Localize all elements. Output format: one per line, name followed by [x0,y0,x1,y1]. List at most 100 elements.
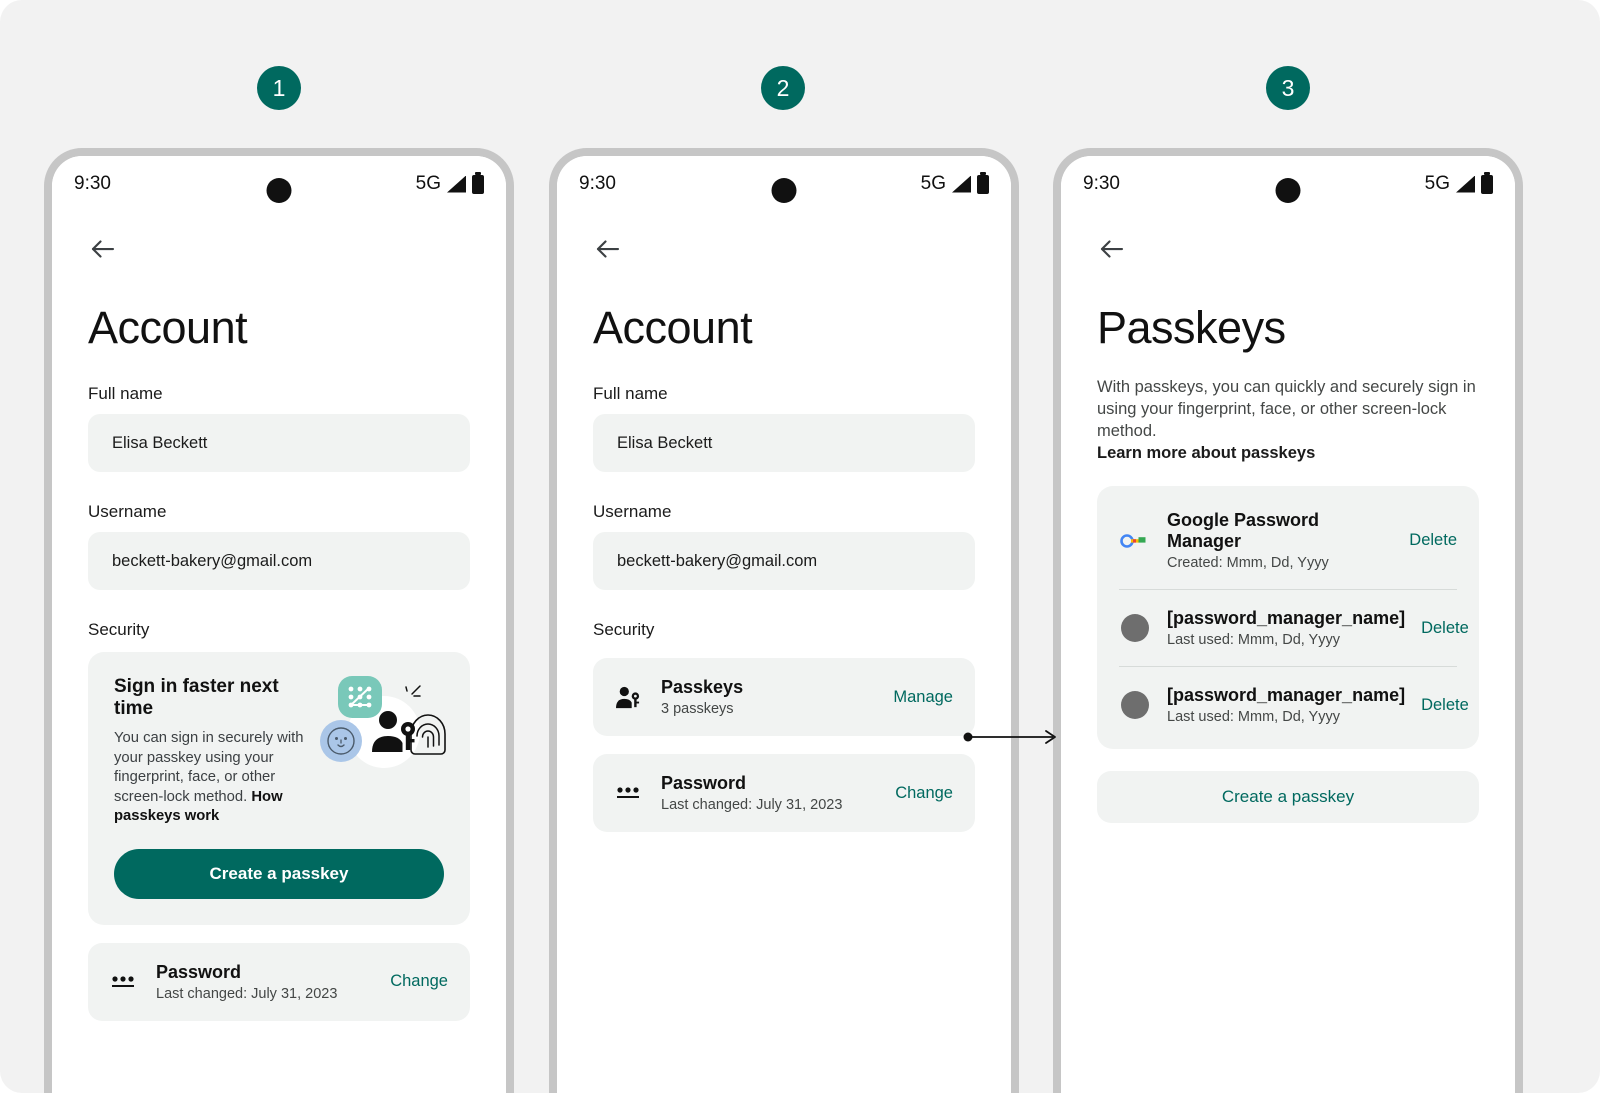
password-dots-glyph [617,787,639,798]
step-badge-3: 3 [1266,66,1310,110]
password-setting-row[interactable]: Password Last changed: July 31, 2023 Cha… [88,942,470,1021]
back-arrow-icon[interactable] [88,234,118,264]
list-item-text: [password_manager_name] Last used: Mmm, … [1167,608,1405,648]
passkey-meta: Created: Mmm, Dd, Yyyy [1167,555,1329,571]
step-badge-2: 2 [761,66,805,110]
password-row-subtitle: Last changed: July 31, 2023 [156,985,338,1002]
page-title: Account [88,302,248,353]
full-name-label: Full name [593,384,668,403]
passkeys-list-card: Google Password Manager Created: Mmm, Dd… [1097,486,1479,749]
passkey-illustration [314,676,446,768]
security-section-label: Security [593,620,655,639]
passkey-meta: Last used: Mmm, Dd, Yyyy [1167,709,1340,725]
passkeys-row-text: Passkeys 3 passkeys [661,677,875,717]
password-change-link[interactable]: Change [895,784,953,803]
status-icons: 5G [415,171,484,195]
passkeys-description-text: With passkeys, you can quickly and secur… [1097,378,1476,440]
status-bar-2: 9:30 5G [557,156,1011,212]
username-label: Username [88,502,167,521]
learn-more-link[interactable]: Learn more about passkeys [1097,442,1479,464]
generic-avatar-icon [1119,614,1151,642]
status-bar-3: 9:30 5G [1061,156,1515,212]
password-row-subtitle: Last changed: July 31, 2023 [661,797,843,813]
back-arrow-icon[interactable] [593,234,623,264]
fingerprint-icon [410,714,446,755]
list-item[interactable]: [password_manager_name] Last used: Mmm, … [1097,667,1479,743]
status-bar-1: 9:30 5G [52,156,506,212]
username-input[interactable]: beckett-bakery@gmail.com [88,532,470,590]
network-label: 5G [1424,173,1450,194]
promo-top-row: Sign in faster next time You can sign in… [114,676,446,827]
passkeys-setting-row[interactable]: Passkeys 3 passkeys Manage [593,658,975,736]
promo-title: Sign in faster next time [114,676,279,719]
password-row-text: Password Last changed: July 31, 2023 [661,773,877,813]
person-key-icon [613,685,643,709]
front-camera-punch-hole [266,178,292,203]
front-camera-punch-hole [1275,178,1301,203]
username-value: beckett-bakery@gmail.com [112,551,313,570]
phone-mockup-2: 9:30 5G Account Full name Elisa Beckett … [549,148,1019,1093]
passkey-meta: Last used: Mmm, Dd, Yyyy [1167,632,1340,648]
passkey-name: Google Password Manager [1167,510,1320,551]
step-badge-2-label: 2 [776,74,790,101]
status-icons: 5G [920,171,989,195]
passkeys-description: With passkeys, you can quickly and secur… [1097,376,1479,464]
passkey-name: [password_manager_name] [1167,685,1406,705]
network-label: 5G [920,173,946,194]
password-dots-icon [613,783,643,803]
full-name-input[interactable]: Elisa Beckett [88,414,470,472]
promo-text: Sign in faster next time You can sign in… [114,676,312,827]
create-passkey-button[interactable]: Create a passkey [114,848,444,899]
flow-arrow-icon [963,730,1056,744]
password-dots-icon [108,972,138,992]
password-row-title: Password [156,961,242,982]
step-badge-1-label: 1 [272,74,286,101]
back-arrow-icon[interactable] [1097,234,1127,264]
signal-bars-icon [447,175,466,193]
signal-bars-icon [1456,175,1475,193]
phone-2-screen: 9:30 5G Account Full name Elisa Beckett … [557,156,1011,1093]
username-value: beckett-bakery@gmail.com [617,551,818,570]
avatar [1121,691,1149,719]
delete-passkey-link[interactable]: Delete [1421,619,1469,638]
network-label: 5G [415,173,441,194]
status-clock: 9:30 [579,173,616,194]
password-row-title: Password [661,773,747,793]
list-item[interactable]: [password_manager_name] Last used: Mmm, … [1097,590,1479,666]
battery-full-icon [472,171,484,194]
avatar [1121,614,1149,642]
passkeys-row-title: Passkeys [661,677,744,697]
passkeys-row-subtitle: 3 passkeys [661,701,734,717]
page-title: Account [593,302,753,353]
phone-2-body: Account Full name Elisa Beckett Username… [557,234,1011,832]
passkey-promo-card: Sign in faster next time You can sign in… [88,652,470,925]
google-key-icon [1119,533,1151,549]
promo-body: You can sign in securely with your passk… [114,729,312,827]
signal-bars-icon [952,175,971,193]
list-item[interactable]: Google Password Manager Created: Mmm, Dd… [1097,492,1479,589]
password-setting-row[interactable]: Password Last changed: July 31, 2023 Cha… [593,754,975,832]
username-label: Username [593,502,672,521]
battery-full-icon [977,171,989,194]
passkey-name: [password_manager_name] [1167,608,1406,628]
page-title: Passkeys [1097,302,1286,353]
google-key-glyph [1120,533,1146,548]
phone-3-screen: 9:30 5G Passkeys With passkeys, you can … [1061,156,1515,1093]
status-clock: 9:30 [1083,173,1120,194]
password-change-link[interactable]: Change [390,972,448,991]
username-input[interactable]: beckett-bakery@gmail.com [593,532,975,590]
delete-passkey-link[interactable]: Delete [1421,696,1469,715]
full-name-input[interactable]: Elisa Beckett [593,414,975,472]
face-glyph [327,727,355,755]
diagram-canvas: 1 2 3 9:30 5G Account Full name Elisa Be… [0,0,1600,1093]
phone-mockup-1: 9:30 5G Account Full name Elisa Beckett … [44,148,514,1093]
create-passkey-button[interactable]: Create a passkey [1097,771,1479,823]
sparkle-icon [405,685,421,697]
full-name-value: Elisa Beckett [112,433,208,452]
person-key-glyph [616,686,640,709]
generic-avatar-icon [1119,691,1151,719]
passkeys-manage-link[interactable]: Manage [893,688,953,707]
delete-passkey-link[interactable]: Delete [1409,531,1457,550]
password-row-text: Password Last changed: July 31, 2023 [156,962,372,1002]
security-section-label: Security [88,620,150,639]
